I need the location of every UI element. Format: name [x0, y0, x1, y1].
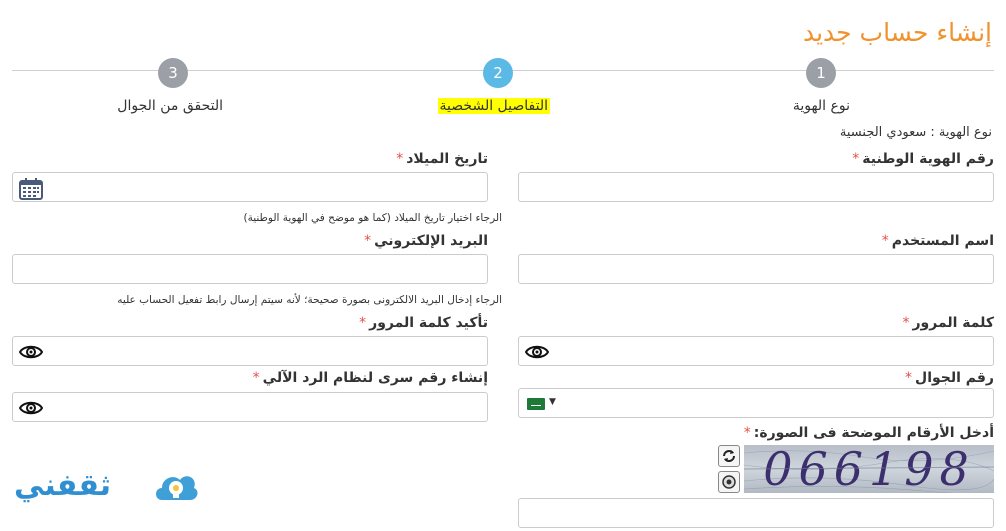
- password-label: كلمة المرور*: [902, 315, 994, 331]
- required-mark: *: [364, 233, 372, 249]
- captcha-input-field[interactable]: [518, 498, 994, 528]
- email-field[interactable]: [12, 254, 488, 284]
- speaker-icon: [722, 475, 736, 489]
- step-2-circle: 2: [483, 58, 513, 88]
- username-label: اسم المستخدم*: [882, 233, 994, 249]
- step-1-circle: 1: [806, 58, 836, 88]
- page-title: إنشاء حساب جديد: [802, 18, 992, 47]
- eye-icon[interactable]: [18, 398, 44, 418]
- eye-icon[interactable]: [524, 342, 550, 362]
- captcha-label: أدخل الأرقام الموضحة فى الصورة:*: [744, 425, 994, 441]
- step-3-label: التحقق من الجوال: [117, 98, 223, 114]
- refresh-icon: [723, 450, 735, 462]
- required-mark: *: [902, 315, 910, 331]
- ivr-pin-input[interactable]: [13, 393, 487, 421]
- lightbulb-cloud-icon: [156, 476, 198, 500]
- ivr-pin-field[interactable]: [12, 392, 488, 422]
- mobile-field[interactable]: ▼: [518, 388, 994, 418]
- captcha-refresh-button[interactable]: [718, 445, 740, 467]
- required-mark: *: [852, 151, 860, 167]
- username-field[interactable]: [518, 254, 994, 284]
- password-field[interactable]: [518, 336, 994, 366]
- password-label-text: كلمة المرور: [912, 315, 994, 331]
- national-id-input[interactable]: [519, 173, 993, 201]
- mobile-input[interactable]: [519, 389, 993, 417]
- required-mark: *: [396, 151, 404, 167]
- birth-date-field[interactable]: [12, 172, 488, 202]
- step-1-label: نوع الهوية: [792, 98, 850, 114]
- logo: ثقفني: [14, 460, 214, 520]
- confirm-password-label: تأكيد كلمة المرور*: [359, 315, 488, 331]
- required-mark: *: [905, 370, 913, 386]
- birth-date-hint: الرجاء اختيار تاريخ الميلاد (كما هو موضح…: [243, 212, 502, 224]
- email-input[interactable]: [13, 255, 487, 283]
- username-label-text: اسم المستخدم: [891, 233, 994, 249]
- captcha-image: 066198: [744, 445, 994, 493]
- required-mark: *: [252, 370, 260, 386]
- mobile-label: رقم الجوال*: [905, 370, 994, 386]
- required-mark: *: [881, 233, 889, 249]
- confirm-password-input[interactable]: [13, 337, 487, 365]
- id-type-text: نوع الهوية : سعودي الجنسية: [839, 125, 992, 140]
- eye-icon[interactable]: [18, 342, 44, 362]
- birth-date-label: تاريخ الميلاد*: [396, 151, 488, 167]
- email-label: البريد الإلكتروني*: [364, 233, 488, 249]
- password-input[interactable]: [519, 337, 993, 365]
- national-id-field[interactable]: [518, 172, 994, 202]
- required-mark: *: [359, 315, 367, 331]
- calendar-icon[interactable]: [19, 178, 43, 200]
- ivr-pin-label: إنشاء رقم سرى لنظام الرد الآلي*: [253, 370, 488, 386]
- confirm-password-label-text: تأكيد كلمة المرور: [369, 315, 488, 331]
- step-3-circle: 3: [158, 58, 188, 88]
- email-label-text: البريد الإلكتروني: [374, 233, 488, 249]
- step-2-label: التفاصيل الشخصية: [437, 98, 550, 114]
- required-mark: *: [743, 425, 751, 441]
- national-id-label-text: رقم الهوية الوطنية: [862, 151, 994, 167]
- ivr-pin-label-text: إنشاء رقم سرى لنظام الرد الآلي: [262, 370, 488, 386]
- logo-text: ثقفني: [14, 468, 112, 503]
- captcha-input[interactable]: [519, 499, 993, 527]
- captcha-audio-button[interactable]: [718, 471, 740, 493]
- mobile-label-text: رقم الجوال: [915, 370, 994, 386]
- national-id-label: رقم الهوية الوطنية*: [852, 151, 994, 167]
- email-hint: الرجاء إدخال البريد الالكترونى بصورة صحي…: [117, 294, 502, 306]
- birth-date-label-text: تاريخ الميلاد: [406, 151, 488, 167]
- username-input[interactable]: [519, 255, 993, 283]
- saudi-flag-icon[interactable]: [527, 398, 545, 410]
- birth-date-input[interactable]: [13, 173, 487, 201]
- captcha-label-text: أدخل الأرقام الموضحة فى الصورة:: [753, 425, 994, 441]
- confirm-password-field[interactable]: [12, 336, 488, 366]
- chevron-down-icon[interactable]: ▼: [549, 397, 556, 407]
